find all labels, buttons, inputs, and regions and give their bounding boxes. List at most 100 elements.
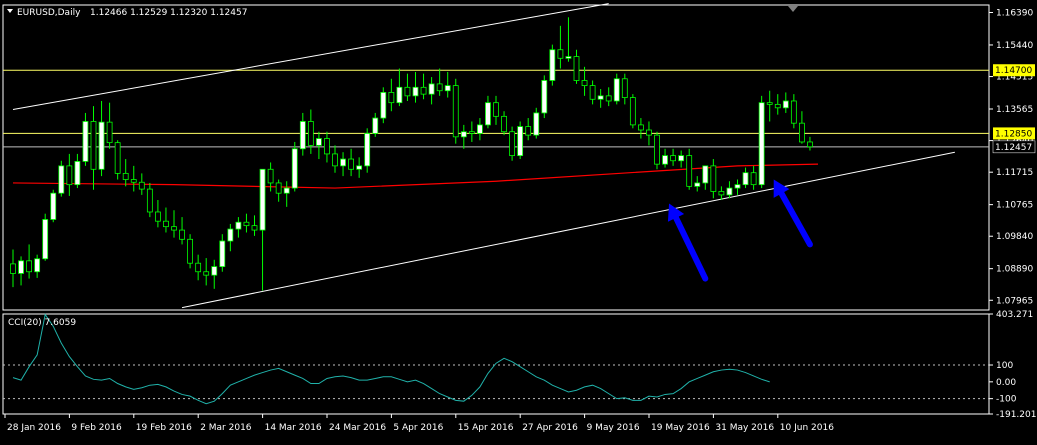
candle [340,152,346,177]
candle [525,118,532,141]
candle-body [82,121,89,162]
candle [485,95,491,129]
arrow-shaft [778,190,813,248]
candle-body [444,85,451,92]
candle-body [629,97,636,126]
candle [517,121,524,160]
candle [493,95,499,125]
candle [42,213,49,261]
price-tick-label: 1.10765 [996,201,1033,211]
candle [702,165,709,190]
date-tick-label: 19 May 2016 [651,423,710,433]
candle-body [66,165,73,186]
candle [581,66,588,96]
candle-body [74,161,81,186]
candle-body [364,133,371,167]
candle [259,168,266,291]
candle [790,94,797,129]
candle-body [154,211,161,222]
date-tick-label: 14 Mar 2016 [265,423,322,433]
trendlines[interactable] [12,3,955,309]
candle-body [525,126,532,136]
candle [710,159,717,199]
date-tick-label: 27 Apr 2016 [522,423,578,433]
candle [114,140,121,180]
candle-body [412,86,419,97]
candle-body [138,181,145,190]
date-tick-label: 2 Mar 2016 [200,423,252,433]
candle-body [58,165,65,194]
candle [605,87,612,107]
candle-body [251,225,258,231]
candle [291,141,298,192]
candle [90,106,97,190]
candle-body [291,148,298,189]
candle-body [807,141,813,148]
candle [509,126,516,161]
candle-body [686,155,693,187]
date-tick-label: 31 May 2016 [715,423,774,433]
trendline-upper-channel [12,3,609,111]
candle-body [307,121,314,146]
candle-body [581,80,588,87]
price-chart[interactable]: 1.163901.154401.145151.135651.126401.117… [0,0,1037,441]
chart-window[interactable]: 1.163901.154401.145151.135651.126401.117… [0,0,1037,441]
candle [774,94,781,115]
candle-body [654,134,660,165]
candle-body [227,228,234,242]
candle [782,92,789,113]
candle-body [662,155,668,165]
candle-body [549,49,556,81]
level-label: 1.12850 [995,129,1032,139]
candle-body [790,100,797,124]
candle [243,213,250,233]
candle [98,100,105,177]
candle-body [259,168,266,231]
candle [412,71,419,103]
candle-body [646,129,652,136]
candle-body [130,179,137,183]
candle-body [340,158,346,167]
candle [235,217,242,238]
arrow-first-icon[interactable] [667,203,709,282]
candle-body [163,220,169,228]
dropdown-triangle-icon[interactable] [7,9,13,13]
candle [146,182,153,218]
candle-body [476,124,483,134]
candle-body [275,182,282,194]
candle [299,112,306,156]
candle [468,121,475,142]
candle [251,215,258,236]
chart-shift-marker-icon[interactable] [788,6,798,12]
candle-body [782,100,789,109]
price-tick-label: 1.09840 [996,232,1033,242]
candle-body [106,121,113,144]
candle-body [678,155,685,162]
candle-body [605,95,612,102]
candle-body [26,260,33,273]
level-label: 1.14700 [995,66,1032,76]
candle-body [299,121,306,150]
cci-line [12,313,770,405]
candle [670,148,676,166]
date-tick-label: 5 Apr 2016 [393,423,443,433]
candle-body [638,124,644,131]
candle-body [211,266,218,276]
candle [460,124,467,149]
arrow-second-icon[interactable] [773,179,813,248]
candle [18,256,24,286]
candle [154,200,161,228]
annotation-arrows[interactable] [667,179,813,282]
candle [621,73,628,105]
candle [324,131,330,163]
cci-axis: 403.271 100 0.00 -100 -191.2012 [989,310,1037,420]
candle [476,118,483,141]
candle-body [50,192,57,220]
candle-body [388,92,395,104]
candle-body [380,92,387,119]
candle [171,210,177,238]
candle [807,136,813,151]
symbol-label: EURUSD,Daily [17,8,81,18]
cci-indicator [3,313,989,405]
candle [348,148,355,177]
